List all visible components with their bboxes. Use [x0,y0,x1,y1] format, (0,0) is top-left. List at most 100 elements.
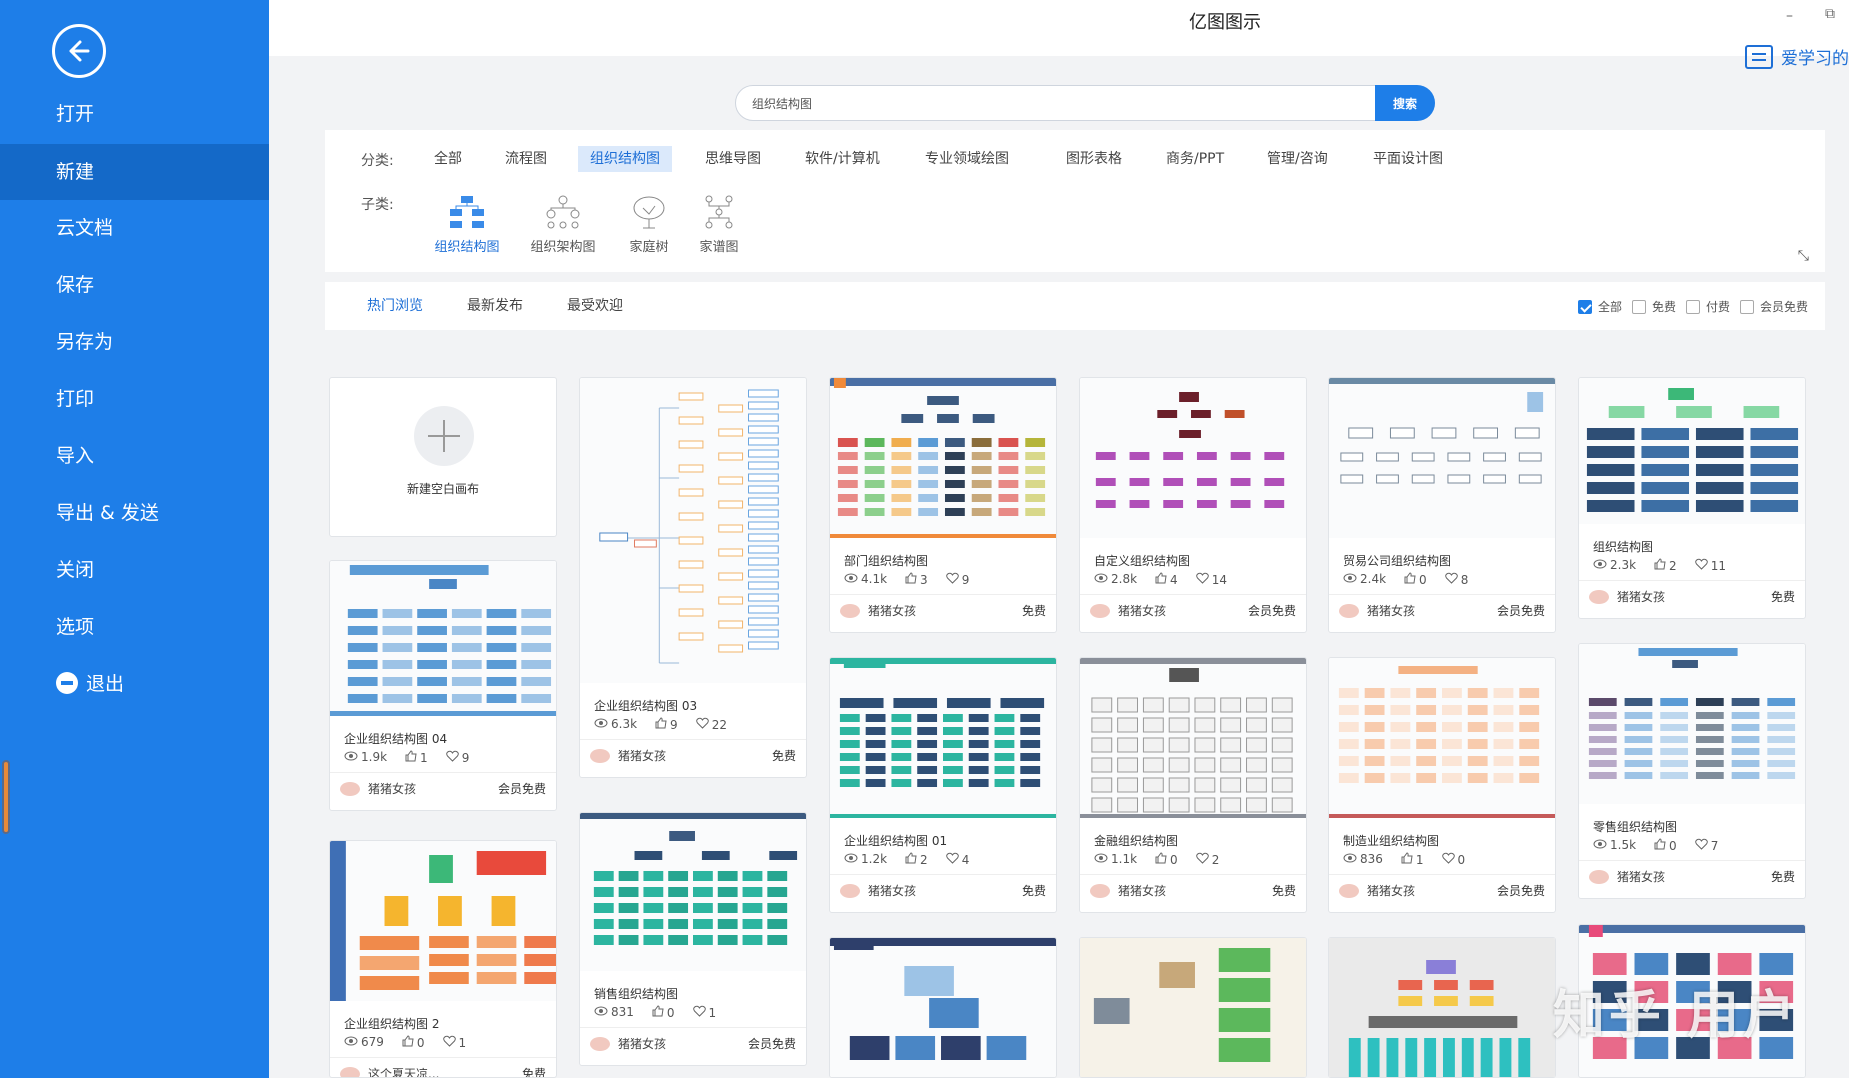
category-business-ppt[interactable]: 商务/PPT [1154,146,1236,172]
eye-icon [1593,558,1607,572]
template-author[interactable]: 猪猪女孩 [840,602,916,619]
views-count: 1.2k [844,852,887,867]
sidebar-item-options[interactable]: 选项 [0,599,269,655]
filter-paid[interactable]: 付费 [1686,298,1730,315]
thumbs-up-icon [402,1035,414,1050]
search-button[interactable]: 搜索 [1375,85,1435,121]
template-author[interactable]: 猪猪女孩 [590,747,666,764]
search-input[interactable] [752,86,1312,120]
template-author[interactable]: 猪猪女孩 [1090,602,1166,619]
subcategory-genealogy[interactable]: 家谱图 [674,194,764,255]
template-card[interactable] [829,937,1057,1078]
category-org-chart[interactable]: 组织结构图 [578,146,672,172]
category-panel: 分类: 全部 流程图 组织结构图 思维导图 软件/计算机 专业领域绘图 图形表格… [325,130,1825,272]
filter-member-free[interactable]: 会员免费 [1740,298,1808,315]
new-blank-canvas-card[interactable]: 新建空白画布 [329,377,557,537]
favorites-count: 7 [1694,838,1718,853]
template-title: 自定义组织结构图 [1094,554,1191,568]
template-title: 企业组织结构图 03 [594,699,698,713]
sidebar-item-label: 关闭 [56,559,95,581]
sidebar-item-import[interactable]: 导入 [0,428,269,484]
template-author[interactable]: 猪猪女孩 [1589,868,1665,885]
template-price: 免费 [521,1067,546,1078]
category-flowchart[interactable]: 流程图 [493,146,559,172]
template-stats: 6.3k 9 22 [594,717,727,732]
template-stats: 2.8k 4 14 [1094,572,1227,587]
card-divider [1080,874,1306,875]
eye-icon [344,1035,358,1049]
template-card[interactable]: 企业组织结构图 03 6.3k 9 22 猪猪女孩 免费 [579,377,807,778]
template-stats: 1.9k 1 9 [344,750,469,765]
filter-label: 付费 [1706,300,1731,314]
category-graphic-tables[interactable]: 图形表格 [1054,146,1134,172]
sidebar-item-exit[interactable]: 退出 [0,656,269,712]
sidebar-scroll-handle[interactable] [2,760,10,834]
template-author[interactable]: 猪猪女孩 [1339,602,1415,619]
sidebar-item-save[interactable]: 保存 [0,257,269,313]
user-name: 爱学习的 [1781,49,1849,69]
category-software[interactable]: 软件/计算机 [793,146,892,172]
sidebar-item-cloud-docs[interactable]: 云文档 [0,200,269,256]
template-author[interactable]: 这个夏天凉... [340,1065,439,1077]
template-card[interactable]: 组织结构图 2.3k 2 11 猪猪女孩 免费 [1578,377,1806,619]
category-graphic-design[interactable]: 平面设计图 [1361,146,1455,172]
user-link[interactable]: 爱学习的 [1745,44,1849,69]
likes-count: 3 [905,572,928,587]
template-author[interactable]: 猪猪女孩 [340,780,416,797]
sort-popular[interactable]: 最受欢迎 [567,282,623,330]
template-card[interactable]: 零售组织结构图 1.5k 0 7 猪猪女孩 免费 [1578,643,1806,899]
sort-hot[interactable]: 热门浏览 [367,282,423,330]
title-bar: 亿图图示 – ⧉ [269,0,1849,56]
sort-newest[interactable]: 最新发布 [467,282,523,330]
expand-icon[interactable]: ⤡ [1798,248,1809,264]
template-price: 会员免费 [1496,884,1545,898]
subcategory-org-chart[interactable]: 组织结构图 [422,194,512,255]
sidebar-item-close[interactable]: 关闭 [0,542,269,598]
template-card[interactable]: 贸易公司组织结构图 2.4k 0 8 猪猪女孩 会员免费 [1328,377,1556,633]
author-name: 猪猪女孩 [618,749,667,763]
sidebar-item-export-send[interactable]: 导出 & 发送 [0,485,269,541]
category-professional[interactable]: 专业领域绘图 [913,146,1021,172]
restore-button[interactable]: ⧉ [1825,6,1835,22]
sidebar-item-save-as[interactable]: 另存为 [0,314,269,370]
sidebar-item-label: 导出 & 发送 [56,502,159,524]
template-author[interactable]: 猪猪女孩 [1090,882,1166,899]
template-card[interactable]: 制造业组织结构图 836 1 0 猪猪女孩 会员免费 [1328,657,1556,913]
template-card[interactable]: 金融组织结构图 1.1k 0 2 猪猪女孩 免费 [1079,657,1307,913]
thumbs-up-icon [655,717,667,732]
template-title: 企业组织结构图 01 [844,834,948,848]
template-author[interactable]: 猪猪女孩 [1589,588,1665,605]
likes-count: 0 [1155,852,1178,867]
category-mind-map[interactable]: 思维导图 [693,146,773,172]
template-card[interactable]: 销售组织结构图 831 0 1 猪猪女孩 会员免费 [579,812,807,1066]
template-card[interactable] [1079,937,1307,1078]
heart-icon [695,717,709,732]
favorites-count: 9 [945,572,969,587]
category-management[interactable]: 管理/咨询 [1255,146,1340,172]
template-thumbnail [1080,938,1306,1077]
subcategory-org-structure[interactable]: 组织架构图 [518,194,608,255]
views-count: 2.4k [1343,572,1386,587]
template-author[interactable]: 猪猪女孩 [1339,882,1415,899]
category-all[interactable]: 全部 [422,146,474,172]
likes-count: 1 [405,750,428,765]
sidebar-item-open[interactable]: 打开 [0,86,269,142]
template-card[interactable]: 企业组织结构图 2 679 0 1 这个夏天凉... 免费 [329,840,557,1078]
template-author[interactable]: 猪猪女孩 [840,882,916,899]
template-card[interactable]: 企业组织结构图 04 1.9k 1 9 猪猪女孩 会员免费 [329,560,557,811]
sidebar-item-new[interactable]: 新建 [0,144,269,200]
template-card[interactable]: 企业组织结构图 01 1.2k 2 4 猪猪女孩 免费 [829,657,1057,913]
author-name: 猪猪女孩 [618,1037,667,1051]
template-card[interactable]: 部门组织结构图 4.1k 3 9 猪猪女孩 免费 [829,377,1057,633]
sidebar-item-print[interactable]: 打印 [0,371,269,427]
likes-count: 2 [905,852,928,867]
template-card[interactable]: 自定义组织结构图 2.8k 4 14 猪猪女孩 会员免费 [1079,377,1307,633]
filter-free[interactable]: 免费 [1632,298,1676,315]
filter-all[interactable]: 全部 [1578,298,1622,315]
thumbs-up-icon [1401,852,1413,867]
template-card[interactable] [1328,937,1556,1078]
back-arrow-icon[interactable] [52,24,106,78]
minimize-button[interactable]: – [1786,8,1793,24]
template-author[interactable]: 猪猪女孩 [590,1035,666,1052]
app-title: 亿图图示 [1189,12,1261,33]
